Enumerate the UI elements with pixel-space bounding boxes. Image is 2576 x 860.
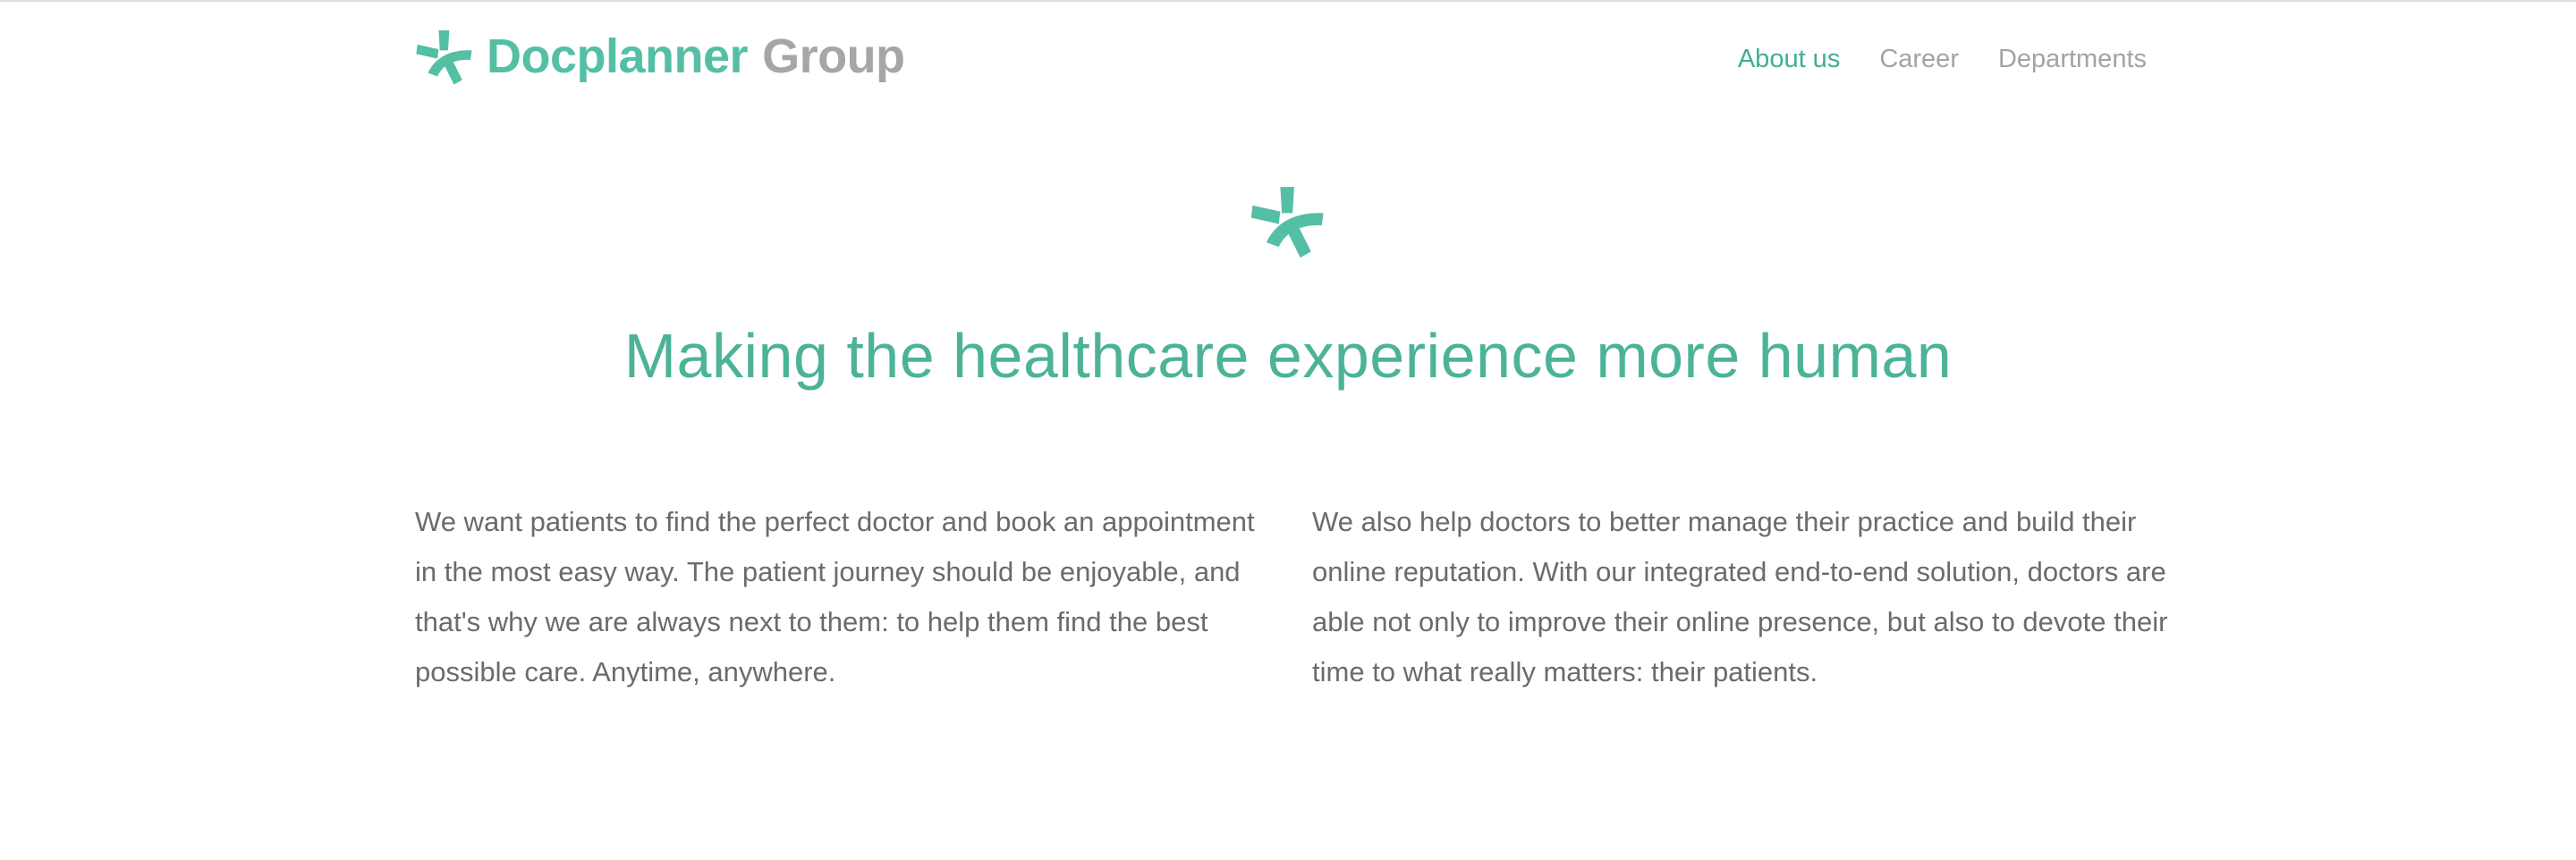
top-divider <box>0 0 2576 2</box>
main-nav: About us Career Departments <box>1738 45 2147 74</box>
brand-name-secondary: Group <box>762 30 905 83</box>
hero-title: Making the healthcare experience more hu… <box>623 321 1953 391</box>
patients-paragraph: We want patients to find the perfect doc… <box>415 506 1255 687</box>
brand-logo-link[interactable]: Docplanner Group <box>415 25 905 88</box>
page: Docplanner Group About us Career Departme… <box>0 0 2576 860</box>
brand-name-primary: Docplanner <box>487 30 749 83</box>
star-cross-icon <box>416 30 472 85</box>
nav-item-departments[interactable]: Departments <box>1998 45 2147 74</box>
star-cross-icon <box>1250 187 1324 258</box>
nav-item-about-us[interactable]: About us <box>1738 45 1840 74</box>
doctors-paragraph: We also help doctors to better manage th… <box>1312 506 2168 687</box>
intro-section: We want patients to find the perfect doc… <box>415 497 2168 697</box>
nav-item-career[interactable]: Career <box>1879 45 1959 74</box>
site-header: Docplanner Group About us Career Departme… <box>415 25 2147 97</box>
brand-name: Docplanner Group <box>487 25 905 88</box>
